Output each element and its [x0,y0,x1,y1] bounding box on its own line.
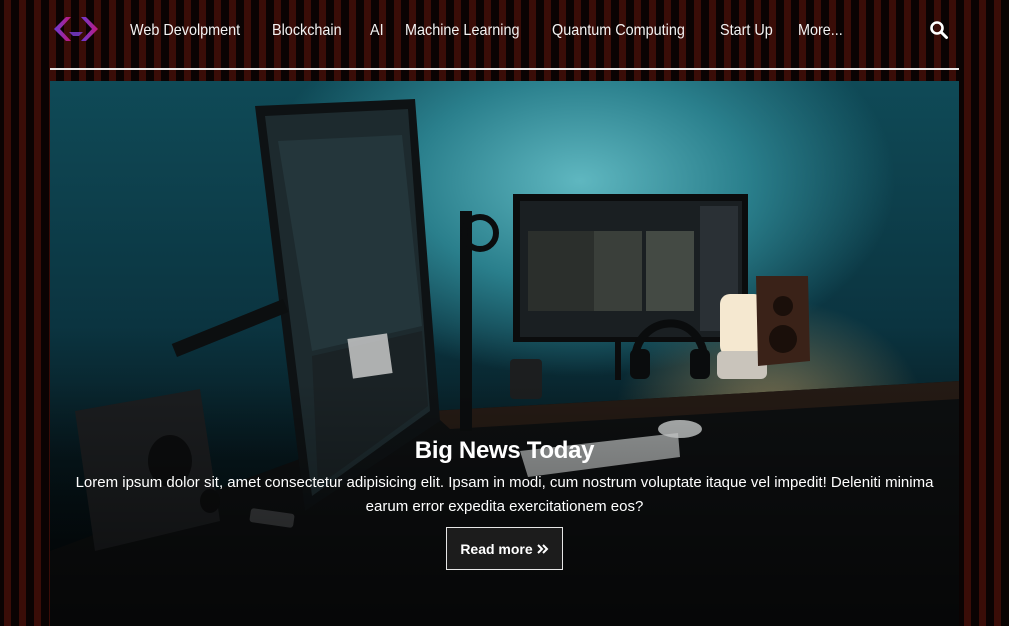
search-icon[interactable] [929,20,949,40]
nav-link-quantum-computing[interactable]: Quantum Computing [552,22,685,40]
code-brackets-logo[interactable] [52,15,100,43]
top-navbar: Web Devolpment Blockchain AI Machine Lea… [50,0,959,70]
double-chevron-right-icon [536,543,549,554]
nav-link-more[interactable]: More... [798,22,843,40]
nav-link-start-up[interactable]: Start Up [720,22,773,40]
nav-link-machine-learning[interactable]: Machine Learning [405,22,519,40]
nav-link-web-development[interactable]: Web Devolpment [130,22,240,40]
read-more-button[interactable]: Read more [446,527,563,570]
nav-link-ai[interactable]: AI [370,22,384,40]
hero-description: Lorem ipsum dolor sit, amet consectetur … [75,474,934,515]
nav-links: Web Devolpment Blockchain AI Machine Lea… [130,0,868,62]
nav-link-blockchain[interactable]: Blockchain [272,22,342,40]
read-more-label: Read more [460,540,533,557]
hero-banner: Big News Today Lorem ipsum dolor sit, am… [50,81,959,626]
hero-title: Big News Today [414,437,595,464]
